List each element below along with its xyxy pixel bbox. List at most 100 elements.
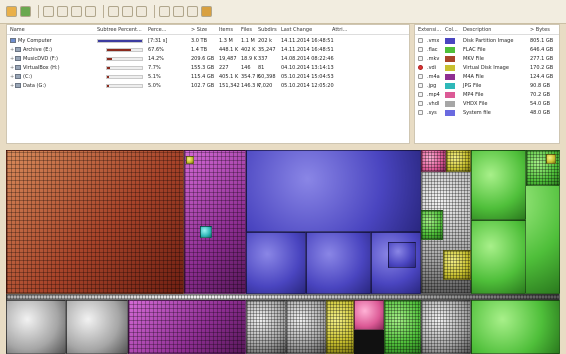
drive-icon xyxy=(15,47,21,52)
expand-toggle[interactable]: + xyxy=(10,74,14,80)
zoom-out-icon[interactable] xyxy=(173,6,184,17)
tree-item-subdirs: 337 xyxy=(258,56,268,62)
tree-row[interactable]: + VirtualBox (H:) 7.7% 155.3 GB 227 146 … xyxy=(7,63,409,72)
cleanup-icon[interactable] xyxy=(201,6,212,17)
treemap-block-vdi[interactable] xyxy=(443,250,471,280)
extension-name: .vmx xyxy=(427,38,440,44)
expand-toggle[interactable]: + xyxy=(10,47,14,53)
extension-color-swatch xyxy=(445,92,455,98)
column-header-description[interactable]: Description xyxy=(463,27,491,33)
copy-icon[interactable] xyxy=(43,6,54,17)
expand-toggle[interactable]: + xyxy=(10,56,14,62)
tree-item-subdirs: 81 xyxy=(258,65,265,71)
treemap-block-flac[interactable] xyxy=(421,210,443,240)
extension-row[interactable]: .vmx Disk Partition Image 805.1 GB xyxy=(415,36,559,45)
treemap-block-m4a[interactable] xyxy=(184,150,246,294)
column-header-bytes[interactable]: > Bytes xyxy=(530,27,550,33)
zoom-icon[interactable] xyxy=(187,6,198,17)
open-icon[interactable] xyxy=(6,6,17,17)
subtree-percentage-bar xyxy=(106,84,143,88)
extension-row[interactable]: .mkv MKV File 277.1 GB xyxy=(415,54,559,63)
extension-row[interactable]: .jpg JPG File 90.8 GB xyxy=(415,81,559,90)
expand-toggle[interactable]: + xyxy=(10,83,14,89)
extension-bytes: 646.4 GB xyxy=(530,47,554,53)
extension-row[interactable]: .vhdl VHDX File 54.0 GB xyxy=(415,99,559,108)
tree-item-items: 1.3 M xyxy=(219,38,233,44)
column-header-extension[interactable]: Extensi... xyxy=(418,27,441,33)
expand-toggle[interactable]: + xyxy=(10,65,14,71)
treemap-block-vdi[interactable] xyxy=(546,154,556,164)
treemap-view[interactable] xyxy=(6,150,560,354)
tree-item-size: 155.3 GB xyxy=(191,65,215,71)
tree-row[interactable]: + (C:) 5.1% 115.4 GB 405.1 K 354.7 K 50,… xyxy=(7,72,409,81)
drive-icon xyxy=(15,56,21,61)
treemap-block-vdi[interactable] xyxy=(186,156,194,164)
tree-row[interactable]: + MusicDVD (F:) 14.2% 209.6 GB 19,487 18… xyxy=(7,54,409,63)
delete-icon[interactable] xyxy=(122,6,133,17)
extension-row[interactable]: .m4a M4A File 124.4 GB xyxy=(415,72,559,81)
treemap-block-mp4[interactable] xyxy=(421,150,446,172)
properties-icon[interactable] xyxy=(136,6,147,17)
treemap-block-mkv[interactable] xyxy=(6,150,184,294)
extension-row[interactable]: .sys System file 48.0 GB xyxy=(415,108,559,117)
extension-bytes: 90.8 GB xyxy=(530,83,551,89)
treemap-block-flac[interactable] xyxy=(471,150,526,220)
open-item-icon[interactable] xyxy=(71,6,82,17)
extension-description: JPG File xyxy=(463,83,482,89)
tree-item-percent: 14.2% xyxy=(148,56,164,62)
tree-row[interactable]: + Archive (E:) 67.6% 1.4 TB 448.1 K 402 … xyxy=(7,45,409,54)
column-header-name[interactable]: Name xyxy=(10,27,25,33)
treemap-block-flac[interactable] xyxy=(471,300,560,354)
extension-bytes: 277.1 GB xyxy=(530,56,554,62)
tree-row[interactable]: + Data (G:) 5.0% 102.7 GB 151,342 146.3 … xyxy=(7,81,409,90)
treemap-block-vmx[interactable] xyxy=(246,150,421,232)
column-header-size[interactable]: > Size xyxy=(191,27,207,33)
treemap-block-vdi[interactable] xyxy=(446,150,471,172)
command-prompt-icon[interactable] xyxy=(108,6,119,17)
extension-name: .jpg xyxy=(427,83,437,89)
tree-item-size: 209.6 GB xyxy=(191,56,215,62)
file-type-icon xyxy=(418,74,423,79)
column-header-subdirs[interactable]: Subdirs xyxy=(258,27,277,33)
treemap-block-flac[interactable] xyxy=(471,220,526,294)
tree-item-files: 1.1 M xyxy=(241,38,255,44)
column-header-percent[interactable]: Perce... xyxy=(148,27,166,33)
toolbar xyxy=(0,0,566,24)
column-header-subtree-percent[interactable]: Subtree Percent... xyxy=(97,27,142,33)
treemap-block-jpg[interactable] xyxy=(200,226,212,238)
treemap-block-vmx[interactable] xyxy=(388,242,416,268)
refresh-icon[interactable] xyxy=(20,6,31,17)
column-header-attributes[interactable]: Attri... xyxy=(332,27,347,33)
extension-description: FLAC File xyxy=(463,47,486,53)
treemap-block-vhdx[interactable] xyxy=(6,300,66,354)
treemap-block-vhdx[interactable] xyxy=(286,300,326,354)
treemap-block-mixed[interactable] xyxy=(421,300,471,354)
zoom-in-icon[interactable] xyxy=(159,6,170,17)
find-icon[interactable] xyxy=(57,6,68,17)
treemap-block-m4a[interactable] xyxy=(128,300,246,354)
tree-row[interactable]: My Computer [7:31 s] 3.0 TB 1.3 M 1.1 M … xyxy=(7,36,409,45)
treemap-block-vmx[interactable] xyxy=(306,232,371,294)
extension-row[interactable]: .flac FLAC File 646.4 GB xyxy=(415,45,559,54)
subtree-bar-fill xyxy=(107,58,112,60)
tree-item-name: MusicDVD (F:) xyxy=(23,56,58,62)
column-header-last-change[interactable]: Last Change xyxy=(281,27,312,33)
extension-color-swatch xyxy=(445,110,455,116)
extension-row[interactable]: .mp4 MP4 File 70.2 GB xyxy=(415,90,559,99)
file-type-icon xyxy=(418,92,423,97)
drive-icon xyxy=(15,65,21,70)
extension-list[interactable]: Extensi... Col... Description > Bytes .v… xyxy=(414,24,560,144)
file-type-icon xyxy=(418,38,423,43)
treemap-block-mp4[interactable] xyxy=(354,300,384,330)
column-header-color[interactable]: Col... xyxy=(445,27,458,33)
treemap-block-flac[interactable] xyxy=(384,300,421,354)
treemap-block-vdi[interactable] xyxy=(326,300,354,354)
directory-tree[interactable]: Name Subtree Percent... Perce... > Size … xyxy=(6,24,410,144)
treemap-block-vhdx[interactable] xyxy=(246,300,286,354)
treemap-block-vmx[interactable] xyxy=(246,232,306,294)
column-header-files[interactable]: Files xyxy=(241,27,252,33)
column-header-items[interactable]: Items xyxy=(219,27,233,33)
extension-row[interactable]: .vdi Virtual Disk Image 170.2 GB xyxy=(415,63,559,72)
explorer-icon[interactable] xyxy=(85,6,96,17)
treemap-block-vhdx[interactable] xyxy=(66,300,128,354)
